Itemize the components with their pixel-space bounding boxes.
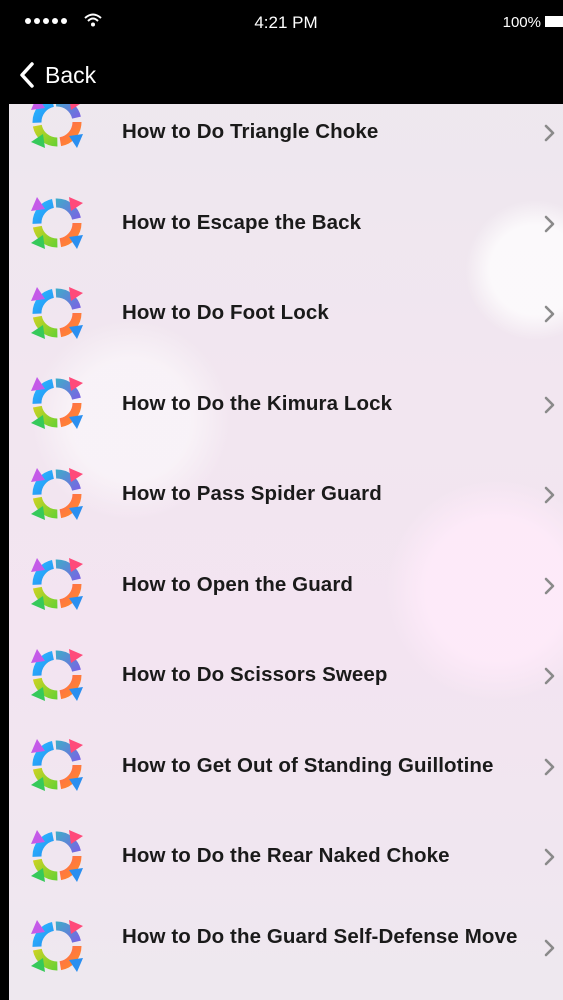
list-item[interactable]: How to Open the Guard: [9, 554, 563, 644]
device-frame: 4:21 PM 100% Back How to Do Triangle Cho…: [0, 0, 563, 1000]
refresh-cycle-icon: [25, 733, 89, 797]
chevron-right-icon: [544, 396, 555, 414]
refresh-cycle-icon: [25, 462, 89, 526]
list-item-label: How to Get Out of Standing Guillotine: [122, 754, 494, 777]
status-time: 4:21 PM: [254, 13, 318, 32]
chevron-right-icon: [544, 486, 555, 504]
list-item-label: How to Do Foot Lock: [122, 301, 329, 324]
list-item-label: How to Open the Guard: [122, 573, 354, 596]
refresh-cycle-icon: [25, 552, 89, 616]
list-item-label: How to Pass Spider Guard: [122, 482, 382, 505]
list-item-label: How to Do Scissors Sweep: [122, 663, 388, 686]
chevron-right-icon: [544, 667, 555, 685]
list-item-label: How to Escape the Back: [122, 211, 362, 234]
refresh-cycle-icon: [25, 371, 89, 435]
chevron-right-icon: [544, 305, 555, 323]
list-item[interactable]: How to Do Foot Lock: [9, 284, 563, 374]
refresh-cycle-icon: [25, 104, 89, 154]
chevron-right-icon: [544, 577, 555, 595]
list-item[interactable]: How to Get Out of Standing Guillotine: [9, 734, 563, 824]
chevron-right-icon: [544, 758, 555, 776]
refresh-cycle-icon: [25, 191, 89, 255]
list-item-label: How to Do Triangle Choke: [122, 120, 379, 143]
list-item[interactable]: How to Do Triangle Choke: [9, 104, 563, 194]
battery-icon: [545, 16, 563, 27]
list-item[interactable]: How to Pass Spider Guard: [9, 464, 563, 554]
back-button[interactable]: Back: [19, 59, 96, 91]
chevron-right-icon: [544, 939, 555, 957]
chevron-left-icon: [20, 62, 34, 88]
back-label: Back: [45, 61, 97, 88]
refresh-cycle-icon: [25, 643, 89, 707]
list-item[interactable]: How to Escape the Back: [9, 194, 563, 284]
chevron-right-icon: [544, 215, 555, 233]
list-item-label: How to Do the Guard Self-Defense Move: [122, 925, 518, 948]
refresh-cycle-icon: [25, 914, 89, 978]
status-bar: 4:21 PM 100%: [9, 0, 563, 46]
refresh-cycle-icon: [25, 824, 89, 888]
list-item-label: How to Do the Kimura Lock: [122, 392, 393, 415]
list-item[interactable]: How to Do Scissors Sweep: [9, 644, 563, 734]
navigation-bar: Back: [9, 46, 563, 104]
list-item[interactable]: How to Do the Rear Naked Choke: [9, 824, 563, 914]
list-item[interactable]: How to Do the Guard Self-Defense Move: [9, 914, 563, 1000]
chevron-right-icon: [544, 848, 555, 866]
battery-percent: 100%: [502, 14, 541, 31]
list-item[interactable]: How to Do the Kimura Lock: [9, 374, 563, 464]
article-list: How to Do Triangle Choke How to Escape t…: [9, 104, 563, 1000]
app-screen: 4:21 PM 100% Back How to Do Triangle Cho…: [9, 0, 563, 1000]
refresh-cycle-icon: [25, 281, 89, 345]
list-item-label: How to Do the Rear Naked Choke: [122, 844, 450, 867]
chevron-right-icon: [544, 124, 555, 142]
